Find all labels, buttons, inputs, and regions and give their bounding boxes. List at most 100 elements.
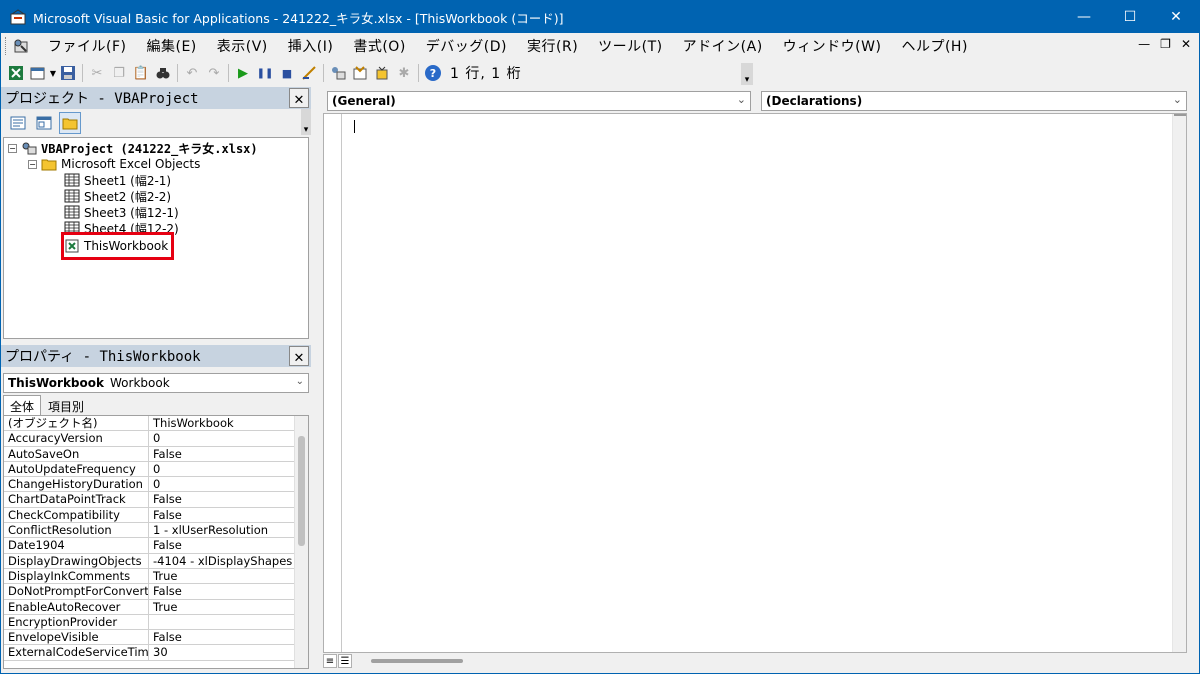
property-row[interactable]: DisplayDrawingObjects -4104 - xlDisplaySh… (4, 553, 308, 569)
chevron-down-icon[interactable]: ⌄ (737, 93, 746, 106)
menu-window[interactable]: ウィンドウ(W) (773, 36, 892, 56)
property-value[interactable]: 0 (149, 477, 308, 491)
vba-app-icon[interactable] (9, 8, 27, 26)
toolbar-overflow-icon[interactable]: ▾ (741, 63, 753, 85)
redo-icon[interactable]: ↷ (203, 62, 225, 84)
menu-format[interactable]: 書式(O) (343, 36, 415, 56)
chevron-down-icon[interactable]: ⌄ (1173, 93, 1182, 106)
property-value[interactable]: False (149, 538, 308, 552)
copy-icon[interactable]: ❐ (108, 62, 130, 84)
property-value[interactable]: True (149, 600, 308, 614)
doc-restore-button[interactable]: ❐ (1160, 37, 1171, 51)
chevron-down-icon[interactable]: ⌄ (296, 376, 304, 387)
properties-pane-close-icon[interactable]: ✕ (289, 346, 309, 366)
property-value[interactable]: 0 (149, 462, 308, 476)
menu-run[interactable]: 実行(R) (517, 36, 588, 56)
project-explorer-icon[interactable] (327, 62, 349, 84)
tree-root[interactable]: − VBAProject (241222_キラ女.xlsx) (8, 140, 258, 156)
cut-icon[interactable]: ✂ (86, 62, 108, 84)
property-row[interactable]: AutoSaveOn False (4, 446, 308, 462)
minimize-button[interactable]: — (1061, 1, 1107, 33)
dropdown-arrow-icon[interactable]: ▼ (49, 62, 57, 84)
save-icon[interactable] (57, 62, 79, 84)
property-value[interactable] (149, 615, 308, 629)
menu-tools[interactable]: ツール(T) (588, 36, 672, 56)
menu-grip[interactable] (5, 37, 8, 55)
editor-horizontal-scrollbar[interactable] (371, 659, 463, 663)
property-value[interactable]: 30 (149, 645, 308, 659)
object-browser-icon[interactable] (371, 62, 393, 84)
view-object-icon[interactable] (33, 112, 55, 134)
property-row[interactable]: AccuracyVersion 0 (4, 431, 308, 447)
code-editor[interactable] (323, 113, 1187, 653)
property-row[interactable]: (オブジェクト名) ThisWorkbook (4, 416, 308, 432)
property-value[interactable]: 1 - xlUserResolution (149, 523, 308, 537)
pause-icon[interactable]: ❚❚ (254, 62, 276, 84)
paste-icon[interactable]: 📋 (130, 62, 152, 84)
code-margin[interactable] (324, 114, 342, 652)
property-row[interactable]: Date1904 False (4, 538, 308, 554)
properties-scrollbar[interactable] (294, 416, 308, 668)
property-row[interactable]: DoNotPromptForConvert False (4, 584, 308, 600)
tree-item-sheet3[interactable]: Sheet3 (幅12-1) (64, 204, 179, 220)
tab-categorized[interactable]: 項目別 (41, 395, 91, 415)
scrollbar-thumb[interactable] (298, 436, 305, 546)
reset-icon[interactable]: ■ (276, 62, 298, 84)
property-row[interactable]: DisplayInkComments True (4, 568, 308, 585)
menu-insert[interactable]: 挿入(I) (278, 36, 344, 56)
property-value[interactable]: False (149, 508, 308, 522)
find-icon[interactable] (152, 62, 174, 84)
tree-item-sheet1[interactable]: Sheet1 (幅2-1) (64, 172, 171, 188)
property-row[interactable]: ChartDataPointTrack False (4, 492, 308, 508)
collapse-icon[interactable]: − (8, 143, 17, 153)
tree-item-sheet2[interactable]: Sheet2 (幅2-2) (64, 188, 171, 204)
toolbox-icon[interactable]: ✱ (393, 62, 415, 84)
vba-project-icon[interactable] (12, 37, 30, 55)
close-button[interactable]: ✕ (1153, 1, 1199, 33)
property-row[interactable]: ConflictResolution 1 - xlUserResolution (4, 523, 308, 539)
help-icon[interactable]: ? (422, 62, 444, 84)
procedure-combo[interactable]: (Declarations) ⌄ (761, 91, 1187, 111)
property-value[interactable]: False (149, 447, 308, 461)
design-mode-icon[interactable] (298, 62, 320, 84)
property-row[interactable]: EncryptionProvider (4, 614, 308, 631)
undo-icon[interactable]: ↶ (181, 62, 203, 84)
menu-debug[interactable]: デバッグ(D) (416, 36, 517, 56)
excel-view-icon[interactable] (5, 62, 27, 84)
object-select[interactable]: ThisWorkbook Workbook ⌄ (3, 373, 309, 393)
properties-window-icon[interactable] (349, 62, 371, 84)
run-icon[interactable]: ▶ (232, 62, 254, 84)
doc-close-button[interactable]: ✕ (1181, 37, 1191, 51)
property-row[interactable]: ExternalCodeServiceTimeout30 (4, 645, 308, 661)
tree-folder[interactable]: − Microsoft Excel Objects (28, 156, 200, 172)
procedure-view-icon[interactable]: ≡ (323, 654, 337, 668)
editor-vertical-scrollbar[interactable] (1172, 114, 1186, 652)
property-value[interactable]: 0 (149, 431, 308, 445)
menu-edit[interactable]: 編集(E) (136, 36, 206, 56)
collapse-icon[interactable]: − (28, 159, 37, 169)
property-value[interactable]: -4104 - xlDisplayShapes (149, 554, 308, 568)
property-row[interactable]: EnvelopeVisible False (4, 630, 308, 646)
property-row[interactable]: ChangeHistoryDuration 0 (4, 477, 308, 493)
menu-help[interactable]: ヘルプ(H) (891, 36, 977, 56)
object-combo[interactable]: (General) ⌄ (327, 91, 751, 111)
property-row[interactable]: CheckCompatibility False (4, 507, 308, 524)
menu-view[interactable]: 表示(V) (207, 36, 278, 56)
full-module-view-icon[interactable]: ☰ (338, 654, 352, 668)
insert-module-icon[interactable] (27, 62, 49, 84)
scrollbar-thumb[interactable] (1174, 114, 1186, 116)
property-value[interactable]: True (149, 569, 308, 583)
toggle-folders-icon[interactable] (59, 112, 81, 134)
project-toolbar-overflow-icon[interactable]: ▾ (301, 109, 311, 135)
property-value[interactable]: False (149, 584, 308, 598)
property-value[interactable]: False (149, 630, 308, 644)
property-value[interactable]: ThisWorkbook (149, 416, 308, 430)
property-row[interactable]: EnableAutoRecover True (4, 599, 308, 615)
doc-minimize-button[interactable]: — (1138, 37, 1150, 51)
maximize-button[interactable]: ☐ (1107, 1, 1153, 33)
view-code-icon[interactable] (7, 112, 29, 134)
menu-file[interactable]: ファイル(F) (38, 36, 136, 56)
menu-addins[interactable]: アドイン(A) (673, 36, 773, 56)
project-pane-close-icon[interactable]: ✕ (289, 88, 309, 108)
tab-alphabetic[interactable]: 全体 (3, 395, 42, 415)
